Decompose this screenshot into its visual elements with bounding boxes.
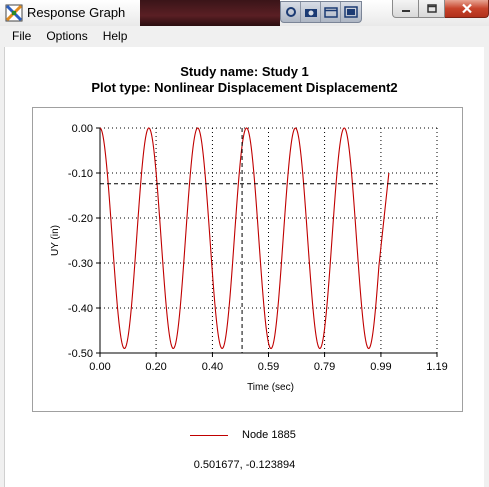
y-tick-label: -0.40	[68, 303, 93, 315]
x-axis-label: Time (sec)	[247, 382, 294, 393]
x-tick-label: 0.40	[202, 361, 223, 373]
y-tick-label: -0.20	[68, 213, 93, 225]
response-graph-window: Response Graph File Options Help Study n…	[0, 0, 489, 487]
legend-swatch-node-1885	[190, 434, 228, 436]
x-tick-label: 1.19	[426, 361, 447, 373]
y-tick-label: -0.30	[68, 258, 93, 270]
y-tick-label: 0.00	[72, 123, 93, 135]
y-tick-label: -0.10	[68, 168, 93, 180]
x-tick-label: 0.99	[370, 361, 391, 373]
x-tick-label: 0.00	[89, 361, 110, 373]
chart-legend: Node 1885	[190, 428, 296, 442]
x-tick-label: 0.79	[314, 361, 335, 373]
y-axis-label: UY (in)	[50, 225, 61, 256]
legend-label-node-1885: Node 1885	[242, 429, 296, 441]
y-tick-label: -0.50	[68, 348, 93, 360]
response-chart[interactable]: 0.00 0.20 0.40 0.59 0.79 0.99 1.19 0.00 -0.10 -0.…	[0, 0, 489, 487]
x-tick-label: 0.20	[145, 361, 166, 373]
x-tick-label: 0.59	[258, 361, 279, 373]
cursor-readout: 0.501677, -0.123894	[193, 459, 296, 471]
series-line-node-1885	[99, 127, 390, 350]
